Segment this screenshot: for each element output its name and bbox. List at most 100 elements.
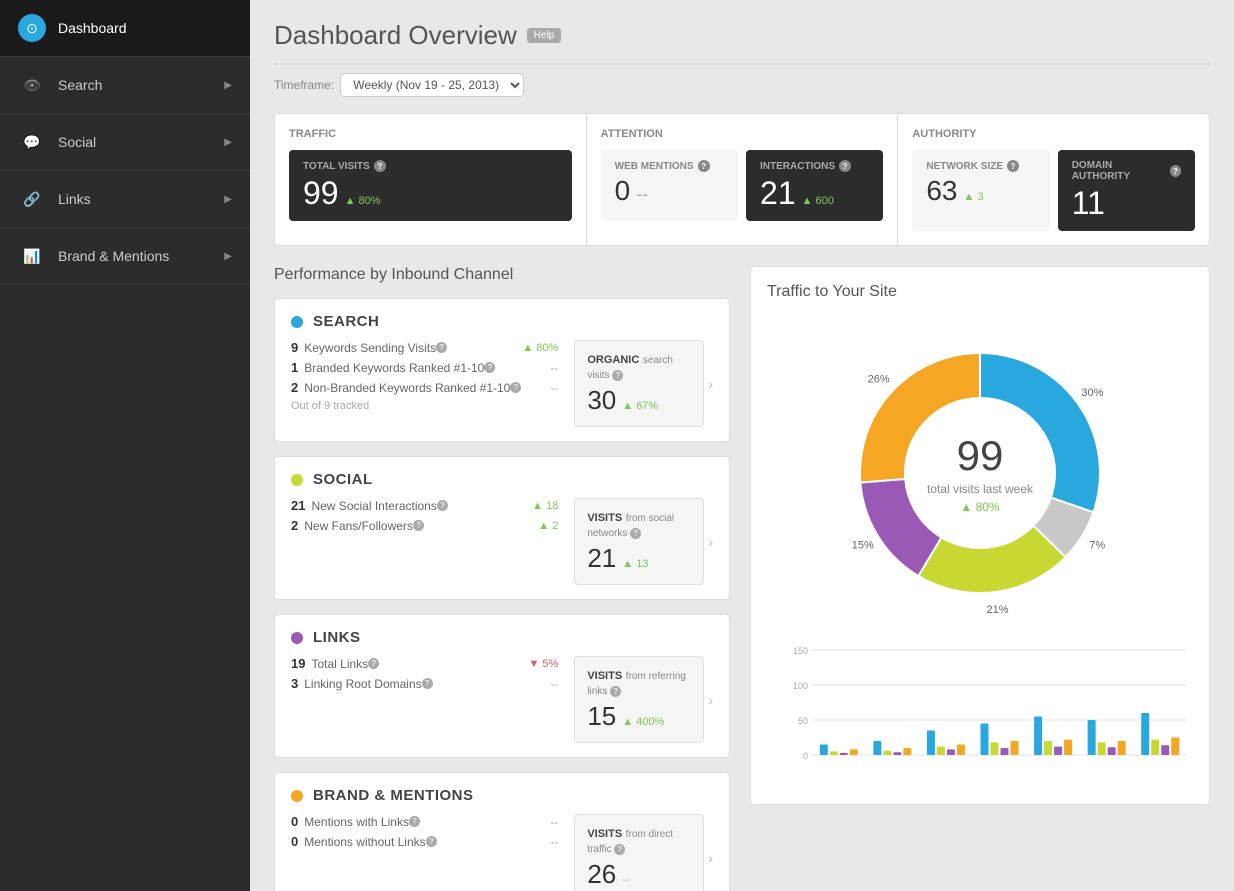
sidebar-item-label: Search (58, 77, 224, 93)
interactions-info-icon[interactable]: ? (839, 160, 851, 172)
channel-stat-row: 19 Total Links ? ▼ 5% (291, 656, 558, 671)
metric-from-info-icon[interactable]: ? (612, 370, 623, 381)
total-visits-label: TOTAL VISITS ? (303, 160, 558, 172)
bar-brand-3 (1011, 741, 1019, 755)
metric-type-label: VISITS from social networks ? (587, 509, 691, 539)
metric-from-info-icon[interactable]: ? (614, 844, 625, 855)
total-visits-info-icon[interactable]: ? (374, 160, 386, 172)
channel-stat-info-icon[interactable]: ? (413, 520, 424, 531)
metric-from-info-icon[interactable]: ? (630, 528, 641, 539)
bar-search-5 (1088, 720, 1096, 755)
metric-value: 30 ▲ 67% (587, 385, 691, 416)
channel-stat-info-icon[interactable]: ? (368, 658, 379, 669)
search-icon: 👁 (18, 71, 46, 99)
metric-type-label: VISITS from direct traffic ? (587, 825, 691, 855)
traffic-card: Traffic to Your Site 30%7%21%15%26% 99 t… (750, 266, 1210, 805)
performance-title: Performance by Inbound Channel (274, 266, 730, 284)
metric-type-label: ORGANIC search visits ? (587, 351, 691, 381)
timeframe-select[interactable]: Weekly (Nov 19 - 25, 2013) (340, 73, 524, 97)
sidebar-item-search[interactable]: 👁 Search ▶ (0, 57, 250, 114)
channel-stat-info-icon[interactable]: ? (437, 500, 448, 511)
channel-stat-num: 19 (291, 656, 305, 671)
metric-value: 26 -- (587, 859, 691, 890)
channel-dot (291, 790, 303, 802)
channel-stats: 9 Keywords Sending Visits ? ▲ 80% 1 Bran… (291, 340, 558, 427)
bar-links-3 (1001, 748, 1009, 755)
metric-number: 30 (587, 385, 616, 416)
svg-text:100: 100 (793, 681, 808, 691)
channel-name: LINKS (313, 629, 361, 646)
channel-card-brand: BRAND & MENTIONS 0 Mentions with Links ?… (274, 772, 730, 891)
bar-chart-area: 150100500 (767, 635, 1193, 788)
bar-search-1 (873, 741, 881, 755)
bar-search-3 (981, 724, 989, 756)
channel-stat-label: Non-Branded Keywords Ranked #1-10 (304, 381, 510, 395)
sidebar-item-label: Dashboard (58, 20, 232, 36)
domain-authority-card: DOMAIN AUTHORITY ? 11 (1058, 150, 1195, 231)
chevron-right-icon: ▶ (224, 137, 232, 148)
domain-authority-info-icon[interactable]: ? (1170, 165, 1181, 177)
donut-label-3: 15% (852, 540, 874, 552)
channel-stat-row: 9 Keywords Sending Visits ? ▲ 80% (291, 340, 558, 355)
channel-stat-label: Mentions without Links (304, 835, 425, 849)
channel-stat-num: 0 (291, 814, 298, 829)
metric-from-info-icon[interactable]: ? (610, 686, 621, 697)
channel-metric-box[interactable]: ORGANIC search visits ? 30 ▲ 67% (574, 340, 704, 427)
interactions-value: 21 ▲ 600 (760, 176, 869, 211)
channel-stat-info-icon[interactable]: ? (484, 362, 495, 373)
traffic-cards: TOTAL VISITS ? 99 ▲ 80% (289, 150, 572, 221)
bar-search-4 (1034, 717, 1042, 756)
channel-header: SEARCH (275, 299, 729, 340)
right-panel: Traffic to Your Site 30%7%21%15%26% 99 t… (750, 266, 1210, 891)
channel-body: 21 New Social Interactions ? ▲ 18 2 New … (275, 498, 729, 599)
channel-stat-info-icon[interactable]: ? (510, 382, 521, 393)
sidebar-item-brand[interactable]: 📊 Brand & Mentions ▶ (0, 228, 250, 285)
main-content: Dashboard Overview Help Timeframe: Weekl… (250, 0, 1234, 891)
bar-social-0 (830, 752, 838, 756)
channel-stat-row: 2 Non-Branded Keywords Ranked #1-10 ? -- (291, 380, 558, 395)
channel-stats: 21 New Social Interactions ? ▲ 18 2 New … (291, 498, 558, 585)
channel-metric-box[interactable]: VISITS from direct traffic ? 26 -- (574, 814, 704, 891)
domain-authority-value: 11 (1072, 186, 1181, 221)
bar-links-0 (840, 753, 848, 755)
channel-stat-num: 2 (291, 380, 298, 395)
svg-text:total visits last week: total visits last week (927, 482, 1034, 496)
help-button[interactable]: Help (527, 28, 562, 43)
traffic-chart-title: Traffic to Your Site (767, 283, 1193, 301)
channel-metric-box[interactable]: VISITS from social networks ? 21 ▲ 13 (574, 498, 704, 585)
web-mentions-info-icon[interactable]: ? (698, 160, 710, 172)
channel-stat-row: 3 Linking Root Domains ? -- (291, 676, 558, 691)
network-size-info-icon[interactable]: ? (1007, 160, 1019, 172)
bar-social-4 (1044, 741, 1052, 755)
channel-stat-num: 21 (291, 498, 305, 513)
donut-chart: 30%7%21%15%26% 99 total visits last week… (767, 315, 1193, 635)
metric-arrow-icon: › (708, 534, 713, 550)
sidebar-item-social[interactable]: 💬 Social ▶ (0, 114, 250, 171)
metric-type: VISITS (587, 512, 622, 524)
donut-svg: 30%7%21%15%26% 99 total visits last week… (820, 325, 1140, 625)
channel-stat-info-icon[interactable]: ? (436, 342, 447, 353)
donut-label-4: 26% (868, 373, 890, 385)
sidebar-item-links[interactable]: 🔗 Links ▶ (0, 171, 250, 228)
svg-text:99: 99 (957, 432, 1004, 479)
metric-number: 15 (587, 701, 616, 732)
metric-type: VISITS (587, 670, 622, 682)
donut-label-2: 21% (986, 604, 1008, 616)
channel-stats: 19 Total Links ? ▼ 5% 3 Linking Root Dom… (291, 656, 558, 743)
channel-stat-num: 0 (291, 834, 298, 849)
total-visits-card: TOTAL VISITS ? 99 ▲ 80% (289, 150, 572, 221)
bar-social-2 (937, 747, 945, 755)
channel-stat-info-icon[interactable]: ? (426, 836, 437, 847)
dashboard-icon: ⊙ (18, 14, 46, 42)
attention-cards: WEB MENTIONS ? 0 -- INTERACTIONS ? (601, 150, 884, 221)
channel-metric-box[interactable]: VISITS from referring links ? 15 ▲ 400% (574, 656, 704, 743)
channel-stat-info-icon[interactable]: ? (422, 678, 433, 689)
bar-links-4 (1054, 747, 1062, 755)
sidebar: ⊙ Dashboard 👁 Search ▶ 💬 Social ▶ 🔗 Link… (0, 0, 250, 891)
channel-stats: 0 Mentions with Links ? -- 0 Mentions wi… (291, 814, 558, 891)
channel-stat-info-icon[interactable]: ? (409, 816, 420, 827)
channel-stat-num: 2 (291, 518, 298, 533)
sidebar-item-label: Brand & Mentions (58, 248, 224, 264)
sidebar-item-dashboard[interactable]: ⊙ Dashboard (0, 0, 250, 57)
web-mentions-label: WEB MENTIONS ? (615, 160, 724, 172)
